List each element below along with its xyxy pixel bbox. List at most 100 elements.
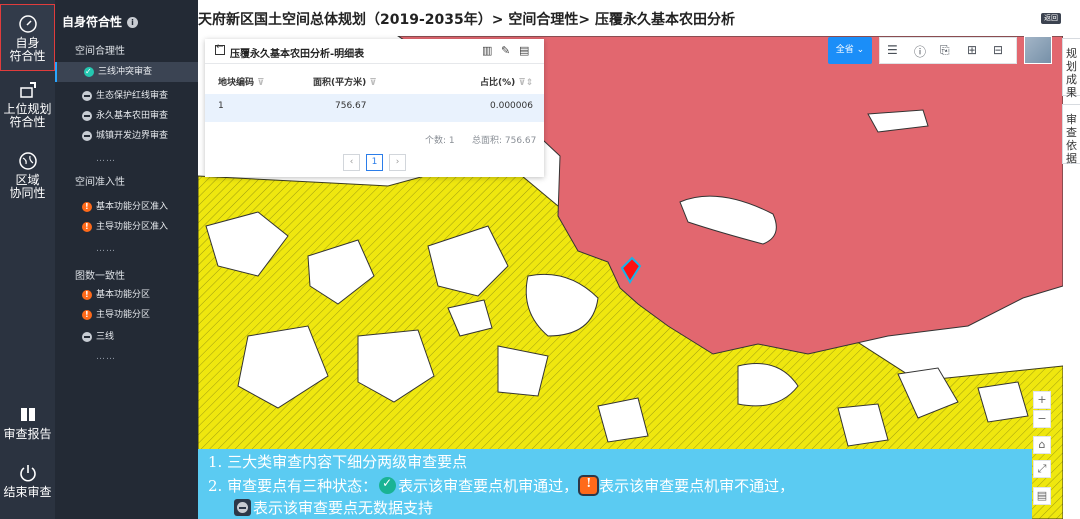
tab-label: 审查依据 [1066, 113, 1077, 165]
tab-label: 规划成果 [1066, 47, 1077, 99]
sidebar-title: 自身符合性 i [62, 13, 139, 30]
layers-button[interactable]: ▤ [1033, 487, 1051, 505]
column-header[interactable]: 面积(平方米) ⊽ [313, 75, 377, 88]
info-icon[interactable]: i [127, 17, 139, 28]
filter-icon[interactable]: ⊽ [257, 78, 264, 88]
region-select-button[interactable]: 全省 ⌄ [828, 37, 872, 64]
tab-review-basis[interactable]: 审查依据 [1062, 104, 1080, 165]
back-button[interactable]: 返回 [1041, 13, 1061, 24]
no-data-icon [234, 499, 251, 516]
no-data-icon [82, 131, 92, 141]
edit-icon[interactable]: ✎ [501, 44, 510, 57]
sidebar-item-main-zone[interactable]: 主导功能分区 [55, 305, 198, 325]
column-label: 地块编码 [218, 78, 255, 88]
sort-icon[interactable]: ⊽⇕ [518, 78, 533, 88]
fail-icon [82, 217, 92, 237]
more-ellipsis: …… [96, 154, 116, 164]
fail-icon [82, 305, 92, 325]
column-label: 占比(%) [480, 78, 516, 88]
no-data-icon [82, 91, 92, 101]
caption-text: 表示该审查要点无数据支持 [253, 499, 434, 517]
sidebar-item-basic-zone[interactable]: 基本功能分区 [55, 285, 198, 305]
detail-table-panel: 压覆永久基本农田分析-明细表 ▥ ✎ ▤ 地块编码 ⊽ 面积(平方米) ⊽ 占比… [205, 39, 544, 177]
book-icon [20, 408, 35, 421]
sidebar-item-farmland[interactable]: 永久基本农田审查 [55, 106, 198, 126]
export-icon[interactable]: ⎘ [940, 43, 950, 58]
document-icon[interactable]: ▤ [519, 44, 529, 57]
filter-icon[interactable]: ⊽ [369, 78, 376, 88]
bar-chart-icon[interactable]: ▥ [482, 44, 492, 57]
sidebar-item-main-zone-access[interactable]: 主导功能分区准入 [55, 217, 198, 237]
panel-title: 压覆永久基本农田分析-明细表 [230, 49, 365, 60]
map-toolbar: ☰ ⓘ ⎘ ⊞ ⊟ [879, 37, 1017, 64]
item-label: 主导功能分区准入 [96, 222, 169, 232]
no-data-icon [82, 332, 92, 342]
column-header[interactable]: 占比(%) ⊽⇕ [480, 75, 533, 88]
rail-item-report[interactable]: 审查报告 [0, 405, 55, 445]
group-title: 空间准入性 [75, 177, 125, 188]
caption-overlay: 1. 三大类审查内容下细分两级审查要点 2. 审查要点有三种状态： 表示该审查要点… [198, 449, 1032, 519]
cell-ratio: 0.000006 [490, 101, 533, 111]
item-label: 永久基本农田审查 [96, 111, 169, 121]
caption-line: 1. 三大类审查内容下细分两级审查要点 [208, 453, 468, 471]
toolbox-icon[interactable]: ⊟ [993, 43, 1003, 57]
rail-item-upper-plan[interactable]: 上位规划 符合性 [0, 80, 55, 130]
fail-icon [82, 285, 92, 305]
rail-label: 审查报告 [3, 427, 52, 441]
cursor-icon [19, 82, 36, 98]
sidebar-item-urban-boundary[interactable]: 城镇开发边界审查 [55, 126, 198, 146]
no-data-icon [82, 111, 92, 121]
caption-text: 表示该审查要点机审不通过， [599, 477, 795, 495]
tab-plan-results[interactable]: 规划成果 [1062, 38, 1080, 99]
full-extent-button[interactable]: ⤢ [1033, 460, 1051, 478]
column-label: 面积(平方米) [313, 78, 367, 88]
caption-line: 表示该审查要点无数据支持 [232, 497, 433, 518]
icon-rail: 自身 符合性 上位规划 符合性 区域 协同性 审查报告 结束审查 [0, 0, 55, 519]
fail-icon [82, 197, 92, 217]
table-row[interactable]: 1 756.67 0.000006 [205, 94, 544, 122]
back-arrow-icon[interactable] [215, 42, 225, 55]
current-page-button[interactable]: 1 [366, 154, 383, 171]
caption-text: 表示该审查要点机审通过， [398, 477, 579, 495]
rail-label: 符合性 [9, 49, 46, 63]
caption-line: 2. 审查要点有三种状态： 表示该审查要点机审通过， 表示该审查要点机审不通过， [208, 475, 794, 496]
rail-label: 符合性 [9, 115, 46, 129]
table-header: 地块编码 ⊽ 面积(平方米) ⊽ 占比(%) ⊽⇕ [205, 69, 544, 91]
prev-page-button[interactable]: ‹ [343, 154, 360, 171]
rail-label: 协同性 [9, 186, 46, 200]
sidebar-item-three-line-conflict[interactable]: 三线冲突审查 [55, 62, 198, 82]
compare-icon[interactable]: ⊞ [967, 43, 977, 57]
compass-icon [18, 15, 37, 33]
rail-item-region[interactable]: 区域 协同性 [0, 151, 55, 203]
total-area-summary: 总面积: 756.67 [472, 136, 537, 146]
sidebar-item-eco-redline[interactable]: 生态保护红线审查 [55, 86, 198, 106]
rail-item-end-review[interactable]: 结束审查 [0, 463, 55, 503]
rail-item-self-compliance[interactable]: 自身 符合性 [0, 4, 55, 71]
sidebar-item-three-lines[interactable]: 三线 [55, 327, 198, 347]
column-header[interactable]: 地块编码 ⊽ [218, 75, 264, 88]
page-title: 天府新区国土空间总体规划（2019-2035年）> 空间合理性> 压覆永久基本农… [198, 12, 735, 28]
basemap-switcher[interactable] [1024, 36, 1052, 64]
cell-area: 756.67 [335, 101, 367, 111]
zoom-in-button[interactable]: + [1033, 391, 1051, 409]
more-ellipsis: …… [96, 352, 116, 362]
rail-label: 结束审查 [3, 485, 52, 499]
group-title: 空间合理性 [75, 46, 125, 57]
review-sidebar: 自身符合性 i 空间合理性 三线冲突审查 生态保护红线审查 永久基本农田审查 城镇… [55, 0, 198, 519]
sidebar-item-basic-zone-access[interactable]: 基本功能分区准入 [55, 197, 198, 217]
home-button[interactable]: ⌂ [1033, 436, 1051, 454]
pass-icon [379, 476, 397, 494]
pass-icon [84, 62, 94, 82]
next-page-button[interactable]: › [389, 154, 406, 171]
cell-id: 1 [218, 101, 224, 111]
item-label: 基本功能分区准入 [96, 202, 169, 212]
info-icon[interactable]: ⓘ [914, 43, 926, 60]
page-header: 天府新区国土空间总体规划（2019-2035年）> 空间合理性> 压覆永久基本农… [198, 0, 1080, 36]
fail-icon [580, 476, 598, 494]
panel-header: 压覆永久基本农田分析-明细表 ▥ ✎ ▤ [205, 39, 544, 64]
caption-text: 2. 审查要点有三种状态： [208, 477, 378, 495]
zoom-out-button[interactable]: − [1033, 410, 1051, 428]
list-icon[interactable]: ☰ [887, 43, 898, 57]
power-icon [19, 465, 36, 482]
item-label: 城镇开发边界审查 [96, 131, 169, 141]
